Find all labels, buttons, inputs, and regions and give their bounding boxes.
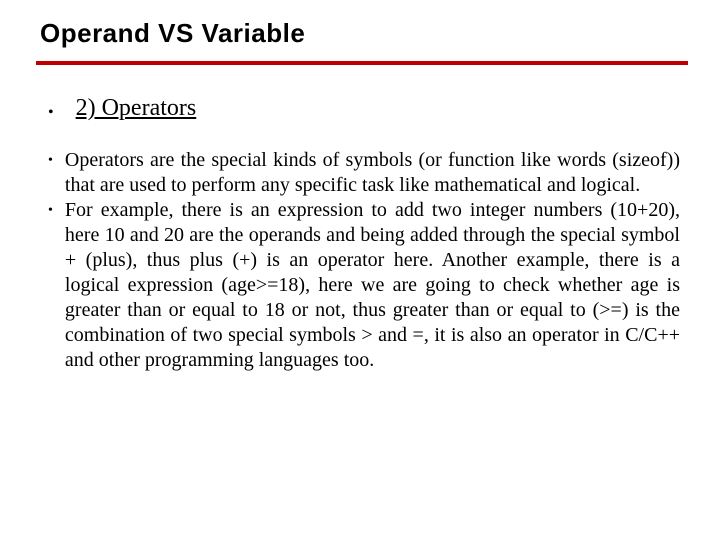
slide: Operand VS Variable • 2) Operators • Ope… bbox=[0, 0, 720, 540]
bullet-icon: • bbox=[48, 105, 54, 121]
slide-content: • 2) Operators • Operators are the speci… bbox=[36, 95, 688, 373]
paragraph-text: For example, there is an expression to a… bbox=[65, 198, 680, 373]
heading-row: • 2) Operators bbox=[48, 95, 680, 122]
section-heading: 2) Operators bbox=[76, 95, 197, 122]
list-item: • Operators are the special kinds of sym… bbox=[48, 148, 680, 198]
slide-title: Operand VS Variable bbox=[40, 18, 688, 49]
body-list: • Operators are the special kinds of sym… bbox=[38, 148, 680, 373]
list-item: • For example, there is an expression to… bbox=[48, 198, 680, 373]
bullet-icon: • bbox=[48, 198, 53, 224]
bullet-icon: • bbox=[48, 148, 53, 174]
paragraph-text: Operators are the special kinds of symbo… bbox=[65, 148, 680, 198]
title-rule bbox=[36, 61, 688, 65]
